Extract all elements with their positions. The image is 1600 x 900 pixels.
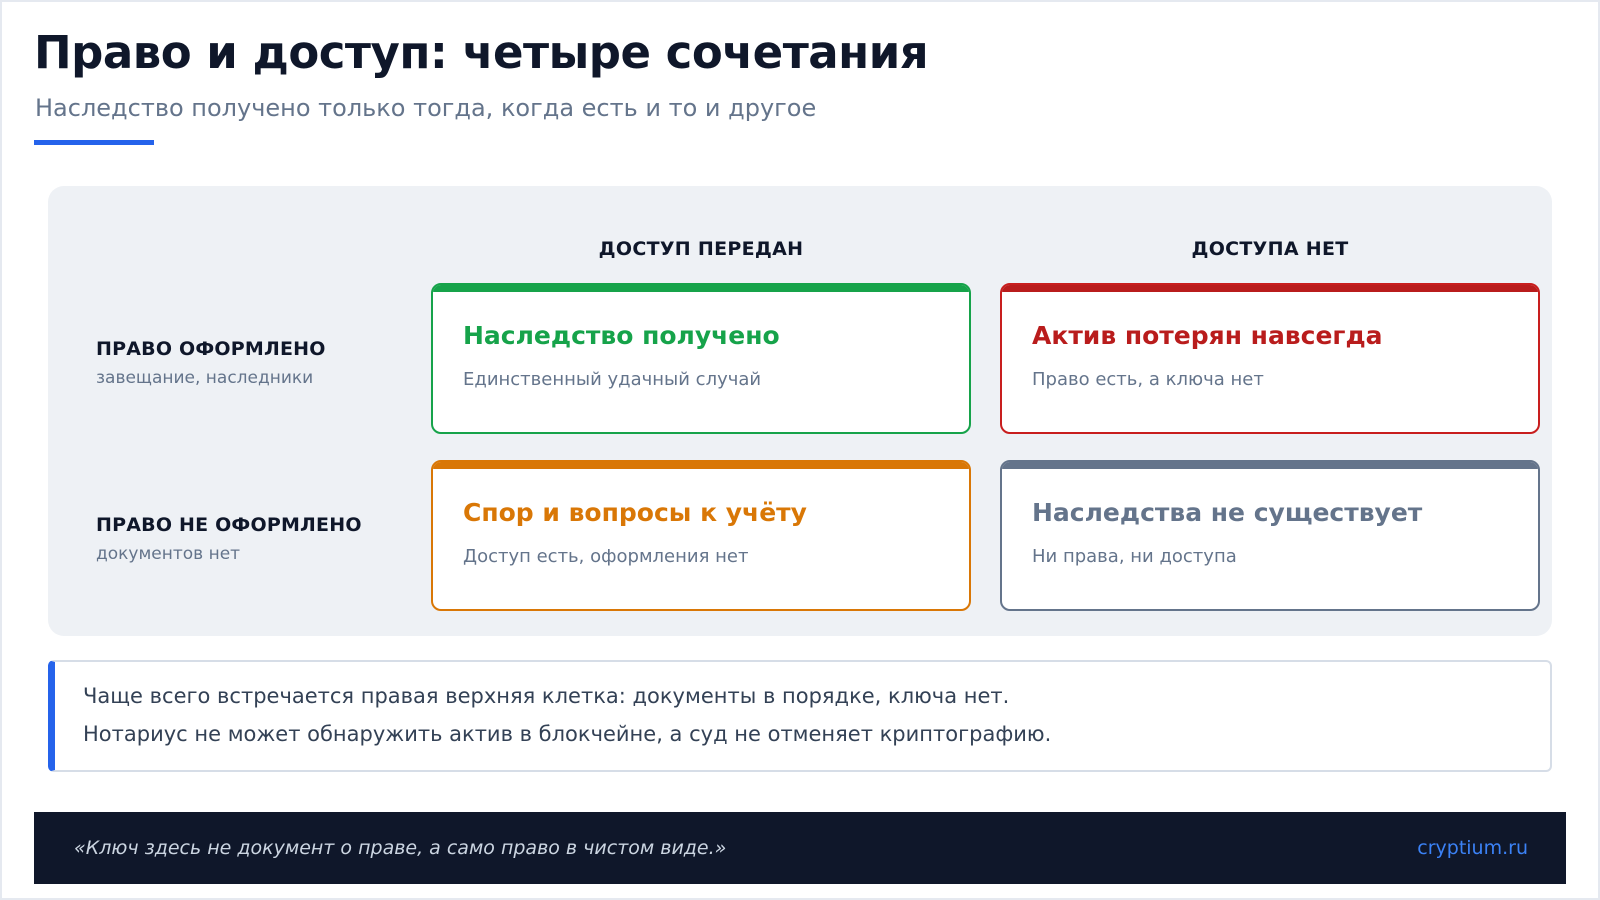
note-callout: Чаще всего встречается правая верхняя кл… xyxy=(48,660,1552,772)
row-label-right-not-registered: ПРАВО НЕ ОФОРМЛЕНО документов нет xyxy=(96,514,362,564)
row-label-sub: документов нет xyxy=(96,544,241,564)
cell-dispute: Спор и вопросы к учёту Доступ есть, офор… xyxy=(431,460,971,611)
cell-sub: Право есть, а ключа нет xyxy=(1032,369,1264,390)
cell-no-inheritance: Наследства не существует Ни права, ни до… xyxy=(1000,460,1540,611)
cell-asset-lost: Актив потерян навсегда Право есть, а клю… xyxy=(1000,283,1540,434)
cell-sub: Единственный удачный случай xyxy=(463,369,762,390)
title-accent-bar xyxy=(34,140,154,145)
note-line: Нотариус не может обнаружить актив в бло… xyxy=(83,722,1052,746)
cell-sub: Доступ есть, оформления нет xyxy=(463,546,749,567)
cell-title: Спор и вопросы к учёту xyxy=(463,498,807,527)
column-header-no-access: ДОСТУПА НЕТ xyxy=(1191,238,1349,260)
brand-link[interactable]: cryptium.ru xyxy=(1417,837,1528,859)
cell-title: Наследства не существует xyxy=(1032,498,1423,527)
row-label-title: ПРАВО ОФОРМЛЕНО xyxy=(96,338,326,360)
note-line: Чаще всего встречается правая верхняя кл… xyxy=(83,684,1010,708)
cell-title: Актив потерян навсегда xyxy=(1032,321,1383,350)
row-label-right-registered: ПРАВО ОФОРМЛЕНО завещание, наследники xyxy=(96,338,326,388)
cell-inheritance-received: Наследство получено Единственный удачный… xyxy=(431,283,971,434)
row-label-sub: завещание, наследники xyxy=(96,368,314,388)
footer-bar: «Ключ здесь не документ о праве, а само … xyxy=(34,812,1566,884)
cell-sub: Ни права, ни доступа xyxy=(1032,546,1237,567)
footer-quote: «Ключ здесь не документ о праве, а само … xyxy=(74,837,727,859)
row-label-title: ПРАВО НЕ ОФОРМЛЕНО xyxy=(96,514,362,536)
page-subtitle: Наследство получено только тогда, когда … xyxy=(35,94,817,122)
column-header-access-granted: ДОСТУП ПЕРЕДАН xyxy=(598,238,804,260)
cell-title: Наследство получено xyxy=(463,321,780,350)
page-title: Право и доступ: четыре сочетания xyxy=(34,26,929,79)
